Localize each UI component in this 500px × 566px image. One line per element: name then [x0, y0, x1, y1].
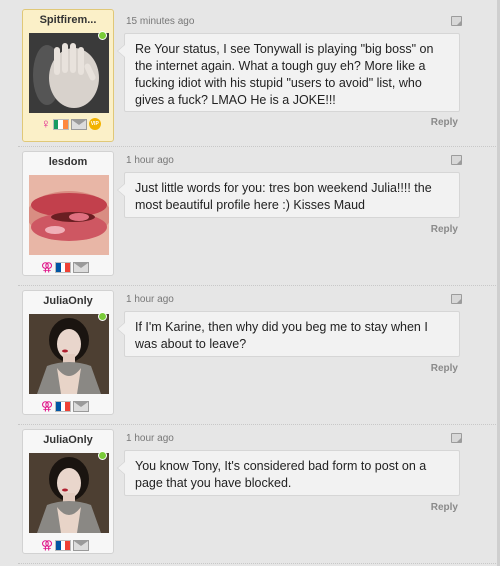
user-badges: ⚢	[41, 538, 90, 552]
mail-icon[interactable]	[73, 261, 90, 273]
comment-time: 15 minutes ago	[126, 16, 195, 27]
report-icon[interactable]	[451, 155, 462, 165]
mail-icon[interactable]	[70, 118, 87, 130]
female-couple-symbol-icon: ⚢	[41, 260, 54, 274]
report-icon[interactable]	[451, 294, 462, 304]
avatar[interactable]	[29, 453, 109, 533]
user-card[interactable]: lesdom ⚢	[22, 151, 114, 276]
online-status-icon	[98, 451, 107, 460]
comment-separator	[18, 285, 496, 286]
user-card[interactable]: Spitfirem... ♀ VIP	[22, 9, 114, 142]
user-badges: ⚢	[41, 399, 90, 413]
comment-text: If I'm Karine, then why did you beg me t…	[117, 311, 460, 357]
online-status-icon	[98, 31, 107, 40]
france-flag-icon	[55, 400, 72, 412]
avatar[interactable]	[29, 175, 109, 255]
reply-button[interactable]: Reply	[410, 502, 458, 513]
ireland-flag-icon	[52, 118, 69, 130]
report-icon[interactable]	[451, 16, 462, 26]
comment-text: Just little words for you: tres bon week…	[117, 172, 460, 218]
comment-separator	[18, 146, 496, 147]
comment-separator	[18, 424, 496, 425]
female-symbol-icon: ♀	[41, 116, 51, 131]
france-flag-icon	[55, 261, 72, 273]
mail-icon[interactable]	[73, 539, 90, 551]
user-card[interactable]: JuliaOnly ⚢	[22, 429, 114, 554]
comment-time: 1 hour ago	[126, 433, 174, 444]
username[interactable]: Spitfirem...	[23, 14, 113, 26]
online-status-icon	[98, 312, 107, 321]
france-flag-icon	[55, 539, 72, 551]
report-icon[interactable]	[451, 433, 462, 443]
reply-button[interactable]: Reply	[410, 117, 458, 128]
reply-button[interactable]: Reply	[410, 224, 458, 235]
user-badges: ♀ VIP	[41, 117, 101, 131]
comment-time: 1 hour ago	[126, 294, 174, 305]
reply-button[interactable]: Reply	[410, 363, 458, 374]
username[interactable]: lesdom	[23, 156, 113, 168]
vip-badge-icon: VIP	[88, 118, 101, 130]
avatar[interactable]	[29, 314, 109, 394]
comment-separator	[18, 563, 496, 564]
user-badges: ⚢	[41, 260, 90, 274]
comment-time: 1 hour ago	[126, 155, 174, 166]
user-card[interactable]: JuliaOnly ⚢	[22, 290, 114, 415]
female-couple-symbol-icon: ⚢	[41, 538, 54, 552]
comment-text: You know Tony, It's considered bad form …	[117, 450, 460, 496]
comment-text: Re Your status, I see Tonywall is playin…	[117, 33, 460, 112]
username[interactable]: JuliaOnly	[23, 434, 113, 446]
username[interactable]: JuliaOnly	[23, 295, 113, 307]
female-couple-symbol-icon: ⚢	[41, 399, 54, 413]
avatar[interactable]	[29, 33, 109, 113]
mail-icon[interactable]	[73, 400, 90, 412]
